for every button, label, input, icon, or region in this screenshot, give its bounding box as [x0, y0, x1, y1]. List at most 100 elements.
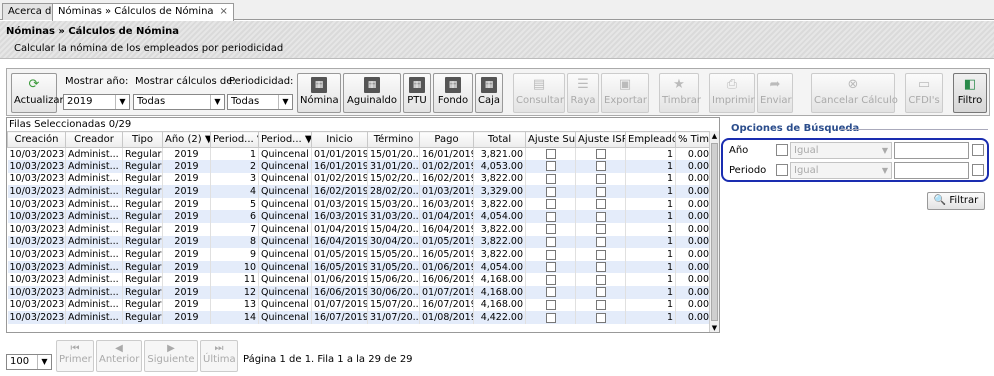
table-row[interactable]: 10/03/2023 Administ... Regular 2019 7 Quincen…	[7, 223, 712, 236]
scroll-down-icon[interactable]: ▼	[710, 323, 719, 332]
table-row[interactable]: 10/03/2023 Administ... Regular 2019 10 Quince…	[7, 260, 712, 274]
ajuste-checkbox[interactable]	[595, 236, 606, 247]
ajuste-checkbox[interactable]	[595, 224, 606, 235]
column-header[interactable]: Inicio	[311, 131, 368, 148]
table-cell: Quincenal	[258, 147, 312, 161]
periodicidad-select[interactable]: Todas ▼	[227, 94, 293, 110]
column-header[interactable]: Empleados	[625, 131, 676, 148]
primer-button[interactable]: ⏮ Primer	[56, 340, 94, 372]
anio-checkbox[interactable]	[776, 144, 788, 156]
column-header[interactable]: Tipo	[122, 131, 163, 148]
ajuste-checkbox[interactable]	[595, 299, 606, 310]
nomina-button[interactable]: ▦ Nómina	[297, 73, 341, 113]
table-row[interactable]: 10/03/2023 Administ... Regular 2019 13 Quince…	[7, 298, 712, 312]
ajuste-checkbox[interactable]	[595, 161, 606, 172]
filtrar-button[interactable]: 🔍 Filtrar	[927, 192, 985, 210]
table-cell: Administ...	[65, 172, 123, 186]
ajuste-checkbox[interactable]	[595, 287, 606, 298]
ajuste-checkbox[interactable]	[545, 236, 556, 247]
anterior-button[interactable]: ◀ Anterior	[96, 340, 142, 372]
ajuste-checkbox[interactable]	[545, 224, 556, 235]
calculos-select[interactable]: Todas ▼	[133, 94, 225, 110]
anio-select[interactable]: 2019 ▼	[63, 94, 130, 110]
column-header[interactable]: Año (2) ▼	[162, 131, 211, 148]
ajuste-checkbox[interactable]	[545, 299, 556, 310]
table-row[interactable]: 10/03/2023 Administ... Regular 2019 4 Quincen…	[7, 185, 712, 198]
ajuste-checkbox[interactable]	[595, 262, 606, 273]
ajuste-checkbox[interactable]	[545, 211, 556, 222]
ajuste-checkbox[interactable]	[545, 173, 556, 184]
ajuste-checkbox[interactable]	[595, 249, 606, 260]
search-icon: 🔍	[933, 195, 947, 206]
scroll-up-icon[interactable]: ▲	[710, 131, 719, 141]
anio-operator-select[interactable]: Igual ▼	[790, 142, 892, 159]
timbrar-button[interactable]: ★ Timbrar	[659, 73, 701, 113]
table-row[interactable]: 10/03/2023 Administ... Regular 2019 6 Quincen…	[7, 210, 712, 224]
siguiente-button[interactable]: ▶ Siguiente	[144, 340, 198, 372]
table-row[interactable]: 10/03/2023 Administ... Regular 2019 8 Quincen…	[7, 235, 712, 249]
ptu-button[interactable]: ▦ PTU	[403, 73, 431, 113]
table-row[interactable]: 10/03/2023 Administ... Regular 2019 14 Quince…	[7, 311, 712, 324]
column-header[interactable]: Pago	[419, 131, 474, 148]
filtro-button[interactable]: ◧ Filtro	[953, 73, 987, 113]
ajuste-checkbox[interactable]	[545, 312, 556, 323]
ajuste-checkbox[interactable]	[545, 249, 556, 260]
anio-value-input[interactable]	[894, 142, 969, 159]
ajuste-checkbox[interactable]	[545, 287, 556, 298]
table-row[interactable]: 10/03/2023 Administ... Regular 2019 11 Quince…	[7, 273, 712, 287]
table-row[interactable]: 10/03/2023 Administ... Regular 2019 1 Quincen…	[7, 147, 712, 161]
close-icon[interactable]: ×	[220, 6, 228, 17]
exportar-button[interactable]: ▣ Exportar	[601, 73, 649, 113]
ajuste-checkbox[interactable]	[545, 186, 556, 197]
aguinaldo-button[interactable]: ▦ Aguinaldo	[343, 73, 401, 113]
ajuste-checkbox[interactable]	[545, 262, 556, 273]
column-header[interactable]: Period... ▼	[258, 131, 312, 148]
cancelar-calculo-button[interactable]: ⊗ Cancelar Cálculo	[811, 73, 898, 113]
ultima-button[interactable]: ⏭ Última	[200, 340, 238, 372]
table-row[interactable]: 10/03/2023 Administ... Regular 2019 2 Quincen…	[7, 160, 712, 173]
ajuste-checkbox[interactable]	[595, 186, 606, 197]
scroll-thumb[interactable]	[711, 143, 718, 321]
column-header[interactable]: Término	[367, 131, 420, 148]
column-header[interactable]: Creación	[7, 131, 66, 148]
table-row[interactable]: 10/03/2023 Administ... Regular 2019 5 Quincen…	[7, 197, 712, 211]
column-header[interactable]: Total	[473, 131, 526, 148]
ajuste-checkbox[interactable]	[545, 149, 556, 160]
column-header[interactable]: Creador	[65, 131, 123, 148]
anio-value-checkbox[interactable]	[972, 144, 984, 156]
ajuste-checkbox[interactable]	[545, 274, 556, 285]
table-row[interactable]: 10/03/2023 Administ... Regular 2019 3 Quincen…	[7, 172, 712, 186]
consultar-button[interactable]: ▤ Consultar	[513, 73, 565, 113]
actualizar-button[interactable]: ⟳ Actualizar	[11, 73, 64, 113]
enviar-button[interactable]: ➦ Enviar	[757, 73, 793, 113]
tab-calculos-nomina[interactable]: Nóminas » Cálculos de Nómina ×	[52, 3, 234, 21]
page-size-select[interactable]: 100 ▼	[6, 354, 52, 370]
table-cell: 9	[210, 248, 259, 261]
column-header[interactable]: Period... ▼	[210, 131, 259, 148]
ajuste-checkbox[interactable]	[595, 199, 606, 210]
cfdis-button[interactable]: ▭ CFDI's	[905, 73, 943, 113]
periodo-checkbox[interactable]	[776, 164, 788, 176]
column-header[interactable]: Ajuste ISR	[575, 131, 626, 148]
ajuste-checkbox[interactable]	[595, 173, 606, 184]
column-header[interactable]: Ajuste Sub	[525, 131, 576, 148]
calculator-icon: ▦	[311, 77, 327, 93]
raya-button[interactable]: ☰ Raya	[567, 73, 599, 113]
table-row[interactable]: 10/03/2023 Administ... Regular 2019 12 Quince…	[7, 286, 712, 299]
ajuste-checkbox[interactable]	[545, 161, 556, 172]
column-header[interactable]: % Timbr...	[675, 131, 712, 148]
imprimir-button[interactable]: ⎙ Imprimir	[709, 73, 755, 113]
fondo-button[interactable]: ▦ Fondo	[433, 73, 473, 113]
table-cell: 2019	[162, 248, 211, 261]
periodo-value-checkbox[interactable]	[972, 164, 984, 176]
periodo-operator-select[interactable]: Igual ▼	[790, 162, 892, 179]
ajuste-checkbox[interactable]	[595, 149, 606, 160]
ajuste-checkbox[interactable]	[595, 312, 606, 323]
ajuste-checkbox[interactable]	[595, 274, 606, 285]
vertical-scrollbar[interactable]: ▲ ▼	[709, 131, 719, 332]
periodo-value-input[interactable]	[894, 162, 969, 179]
table-row[interactable]: 10/03/2023 Administ... Regular 2019 9 Quincen…	[7, 248, 712, 261]
ajuste-checkbox[interactable]	[595, 211, 606, 222]
ajuste-checkbox[interactable]	[545, 199, 556, 210]
caja-button[interactable]: ▦ Caja	[475, 73, 503, 113]
